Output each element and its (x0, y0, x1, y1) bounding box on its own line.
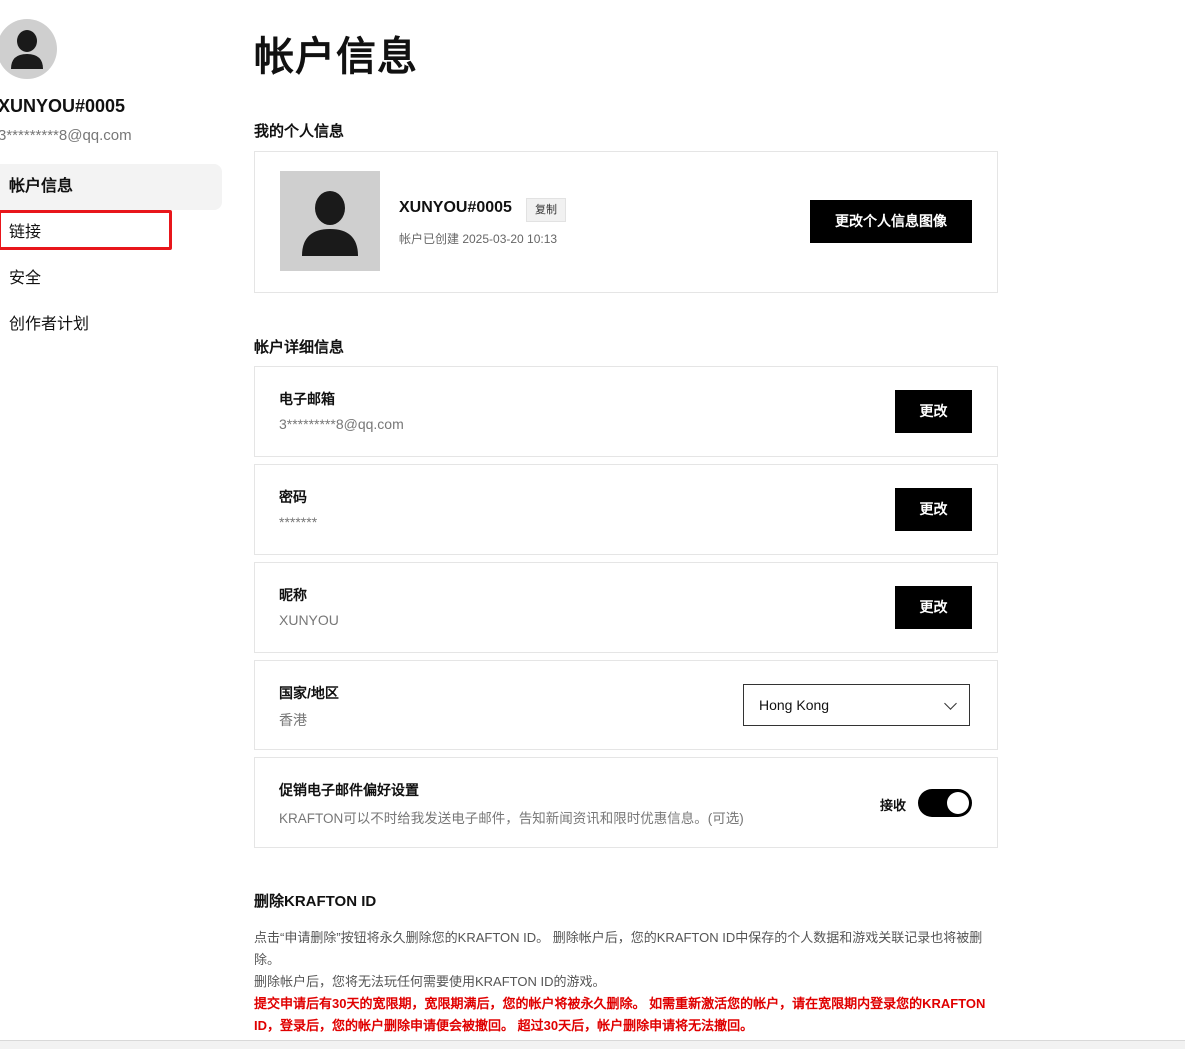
nickname-value: XUNYOU (279, 612, 339, 628)
password-row: 密码 ******* 更改 (254, 464, 998, 555)
sidebar-username: XUNYOU#0005 (0, 96, 126, 116)
email-value: 3*********8@qq.com (279, 416, 404, 432)
country-selected-value: Hong Kong (759, 697, 830, 713)
user-silhouette-icon (302, 191, 358, 256)
account-details-heading: 帐户详细信息 (254, 339, 345, 356)
country-value: 香港 (279, 712, 307, 728)
country-title: 国家/地区 (279, 685, 339, 701)
country-select[interactable]: Hong Kong (743, 684, 970, 726)
delete-grace-period-warning: 提交申请后有30天的宽限期，宽限期满后，您的帐户将被永久删除。 如需重新激活您的… (254, 996, 986, 1033)
profile-name: XUNYOU#0005 (399, 199, 512, 216)
nickname-row: 昵称 XUNYOU 更改 (254, 562, 998, 653)
copy-button[interactable]: 复制 (526, 198, 566, 222)
user-silhouette-icon (11, 30, 43, 69)
sidebar-email: 3*********8@qq.com (0, 127, 132, 144)
sidebar-item-security[interactable]: 安全 (0, 256, 222, 302)
page-title: 帐户信息 (254, 35, 418, 79)
sidebar-avatar (0, 19, 57, 79)
toggle-knob (947, 792, 969, 814)
promo-email-row: 促销电子邮件偏好设置 KRAFTON可以不时给我发送电子邮件，告知新闻资讯和限时… (254, 757, 998, 848)
country-row: 国家/地区 香港 Hong Kong (254, 660, 998, 750)
account-created-date: 帐户已创建 2025-03-20 10:13 (399, 232, 558, 246)
email-row: 电子邮箱 3*********8@qq.com 更改 (254, 366, 998, 457)
profile-image (280, 171, 380, 271)
sidebar-item-creator-program[interactable]: 创作者计划 (0, 302, 222, 348)
sidebar-nav: 帐户信息 链接 安全 创作者计划 (0, 164, 222, 348)
sidebar-item-account-info[interactable]: 帐户信息 (0, 164, 222, 210)
email-title: 电子邮箱 (279, 391, 335, 407)
profile-card: XUNYOU#0005 复制 帐户已创建 2025-03-20 10:13 更改… (254, 151, 998, 293)
promo-description: KRAFTON可以不时给我发送电子邮件，告知新闻资讯和限时优惠信息。(可选) (279, 811, 744, 826)
password-value: ******* (279, 514, 318, 530)
promo-title: 促销电子邮件偏好设置 (279, 782, 419, 798)
password-title: 密码 (279, 489, 307, 505)
change-email-button[interactable]: 更改 (895, 390, 972, 433)
chevron-down-icon (944, 697, 957, 710)
delete-id-heading: 删除KRAFTON ID (254, 893, 377, 910)
change-password-button[interactable]: 更改 (895, 488, 972, 531)
personal-info-heading: 我的个人信息 (254, 123, 345, 140)
change-profile-image-button[interactable]: 更改个人信息图像 (810, 200, 972, 243)
sidebar-item-links[interactable]: 链接 (0, 210, 222, 256)
promo-email-toggle[interactable] (918, 789, 972, 817)
nickname-title: 昵称 (279, 587, 307, 603)
change-nickname-button[interactable]: 更改 (895, 586, 972, 629)
receive-label: 接收 (880, 798, 907, 813)
delete-warning-games: 删除帐户后，您将无法玩任何需要使用KRAFTON ID的游戏。 (254, 974, 606, 989)
delete-description: 点击“申请删除”按钮将永久删除您的KRAFTON ID。 删除帐户后，您的KRA… (254, 930, 983, 967)
